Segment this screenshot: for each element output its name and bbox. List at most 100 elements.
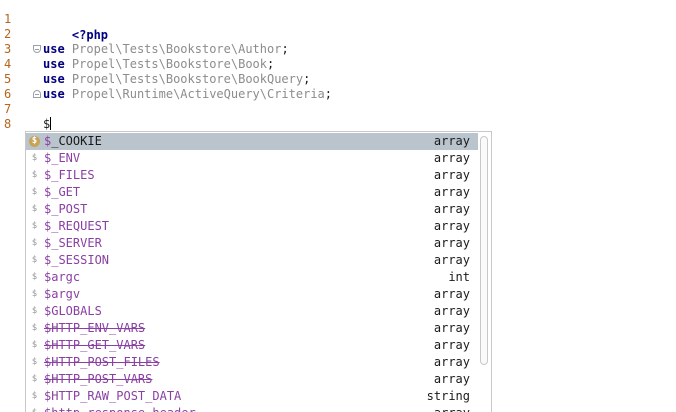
autocomplete-item[interactable]: $ $_COOKIE array bbox=[26, 133, 478, 150]
autocomplete-item-type: array bbox=[433, 321, 470, 335]
autocomplete-item-type: array bbox=[433, 372, 470, 386]
autocomplete-item-name: $HTTP_ENV_VARS bbox=[44, 320, 145, 337]
autocomplete-item[interactable]: $ $_REQUEST array bbox=[26, 218, 478, 235]
variable-icon: $ bbox=[31, 255, 38, 265]
autocomplete-item-name: $_COOKIE bbox=[44, 133, 102, 150]
line-number: 5 bbox=[4, 72, 12, 86]
autocomplete-item-name: $argc bbox=[44, 269, 80, 286]
variable-icon: $ bbox=[31, 306, 38, 316]
code-line-6[interactable]: use Propel\Runtime\ActiveQuery\Criteria; bbox=[43, 86, 332, 102]
variable-icon: $ bbox=[31, 187, 38, 197]
autocomplete-item[interactable]: $ $HTTP_GET_VARS array bbox=[26, 337, 478, 354]
autocomplete-item-name: $HTTP_POST_FILES bbox=[44, 354, 160, 371]
semicolon: ; bbox=[267, 57, 275, 71]
autocomplete-item[interactable]: $ $HTTP_POST_FILES array bbox=[26, 354, 478, 371]
text-caret bbox=[50, 117, 52, 130]
autocomplete-popup[interactable]: $ $_COOKIE array $ $_ENV array $ $_FILES array $ $… bbox=[25, 131, 492, 412]
variable-name: _ENV bbox=[51, 151, 81, 165]
use-namespace: Propel\Runtime\ActiveQuery\Criteria bbox=[71, 87, 325, 101]
use-keyword: use bbox=[43, 87, 65, 101]
autocomplete-item-type: array bbox=[433, 236, 470, 250]
autocomplete-item-name: $_FILES bbox=[44, 167, 95, 184]
autocomplete-item[interactable]: $ $argv array bbox=[26, 286, 478, 303]
variable-icon: $ bbox=[31, 323, 38, 333]
autocomplete-item[interactable]: $ $_ENV array bbox=[26, 150, 478, 167]
autocomplete-item[interactable]: $ $_FILES array bbox=[26, 167, 478, 184]
autocomplete-item[interactable]: $ $_SERVER array bbox=[26, 235, 478, 252]
variable-name: HTTP_ENV_VARS bbox=[51, 321, 146, 335]
variable-icon: $ bbox=[31, 357, 38, 367]
variable-name: HTTP_RAW_POST_DATA bbox=[51, 389, 182, 403]
autocomplete-item-name: $HTTP_RAW_POST_DATA bbox=[44, 388, 181, 405]
autocomplete-item-name: $HTTP_GET_VARS bbox=[44, 337, 145, 354]
autocomplete-item[interactable]: $ $_GET array bbox=[26, 184, 478, 201]
autocomplete-item-type: array bbox=[433, 151, 470, 165]
use-keyword: use bbox=[43, 57, 65, 71]
variable-name: http_response_header bbox=[51, 406, 196, 412]
variable-name: _COOKIE bbox=[51, 134, 102, 148]
line-number: 8 bbox=[4, 117, 12, 131]
line-number: 1 bbox=[4, 12, 12, 26]
php-open-tag: <?php bbox=[71, 28, 109, 42]
autocomplete-item[interactable]: $ $GLOBALS array bbox=[26, 303, 478, 320]
typed-text: $ bbox=[43, 117, 51, 131]
variable-name: _FILES bbox=[51, 168, 95, 182]
variable-name: _POST bbox=[51, 202, 88, 216]
variable-icon: $ bbox=[31, 340, 38, 350]
autocomplete-item-name: $_GET bbox=[44, 184, 80, 201]
autocomplete-scrollbar[interactable] bbox=[480, 136, 488, 365]
autocomplete-item[interactable]: $ $HTTP_ENV_VARS array bbox=[26, 320, 478, 337]
code-line-5[interactable]: use Propel\Tests\Bookstore\BookQuery; bbox=[43, 71, 310, 87]
variable-icon: $ bbox=[31, 272, 38, 282]
autocomplete-item-type: string bbox=[426, 389, 470, 403]
autocomplete-item-name: $_SERVER bbox=[44, 235, 102, 252]
autocomplete-item[interactable]: $ $http_response_header array bbox=[26, 405, 478, 412]
autocomplete-item-type: array bbox=[433, 202, 470, 216]
fold-collapse-icon[interactable] bbox=[33, 45, 41, 53]
variable-icon: $ bbox=[31, 204, 38, 214]
autocomplete-item-name: $_POST bbox=[44, 201, 87, 218]
autocomplete-item-name: $_SESSION bbox=[44, 252, 109, 269]
variable-icon: $ bbox=[31, 153, 38, 163]
use-keyword: use bbox=[43, 72, 65, 86]
fold-end-icon[interactable] bbox=[33, 90, 41, 98]
autocomplete-item[interactable]: $ $argc int bbox=[26, 269, 478, 286]
autocomplete-item-type: array bbox=[433, 134, 470, 148]
code-line-3[interactable]: use Propel\Tests\Bookstore\Author; bbox=[43, 41, 289, 57]
autocomplete-item[interactable]: $ $_SESSION array bbox=[26, 252, 478, 269]
autocomplete-item-name: $argv bbox=[44, 286, 80, 303]
variable-name: GLOBALS bbox=[51, 304, 102, 318]
variable-icon: $ bbox=[31, 238, 38, 248]
autocomplete-item[interactable]: $ $HTTP_RAW_POST_DATA string bbox=[26, 388, 478, 405]
line-number: 6 bbox=[4, 87, 12, 101]
semicolon: ; bbox=[324, 87, 333, 101]
code-line-1[interactable]: <?php bbox=[43, 11, 108, 42]
autocomplete-item-name: $HTTP_POST_VARS bbox=[44, 371, 152, 388]
variable-name: _SESSION bbox=[51, 253, 110, 267]
code-line-4[interactable]: use Propel\Tests\Bookstore\Book; bbox=[43, 56, 274, 72]
variable-name: HTTP_POST_VARS bbox=[51, 372, 153, 386]
variable-icon: $ bbox=[29, 136, 40, 147]
autocomplete-item[interactable]: $ $_POST array bbox=[26, 201, 478, 218]
autocomplete-item[interactable]: $ $HTTP_POST_VARS array bbox=[26, 371, 478, 388]
autocomplete-item-type: int bbox=[448, 270, 470, 284]
line-number: 2 bbox=[4, 27, 12, 41]
autocomplete-item-name: $_REQUEST bbox=[44, 218, 109, 235]
autocomplete-item-type: array bbox=[433, 355, 470, 369]
variable-name: argc bbox=[51, 270, 81, 284]
variable-icon: $ bbox=[31, 170, 38, 180]
variable-icon: $ bbox=[31, 221, 38, 231]
autocomplete-item-type: array bbox=[433, 338, 470, 352]
semicolon: ; bbox=[303, 72, 311, 86]
variable-name: _SERVER bbox=[51, 236, 102, 250]
use-namespace: Propel\Tests\Bookstore\Author bbox=[71, 42, 282, 56]
line-number: 4 bbox=[4, 57, 12, 71]
line-number-gutter: 1 2 3 4 5 6 7 8 bbox=[0, 0, 22, 412]
use-keyword: use bbox=[43, 42, 65, 56]
code-line-8[interactable]: $ bbox=[43, 116, 52, 132]
semicolon: ; bbox=[281, 42, 289, 56]
use-namespace: Propel\Tests\Bookstore\Book bbox=[71, 57, 267, 71]
code-editor[interactable]: 1 2 3 4 5 6 7 8 <?php use Propel\Tests\B… bbox=[0, 0, 676, 412]
line-number: 3 bbox=[4, 42, 12, 56]
autocomplete-item-type: array bbox=[433, 304, 470, 318]
